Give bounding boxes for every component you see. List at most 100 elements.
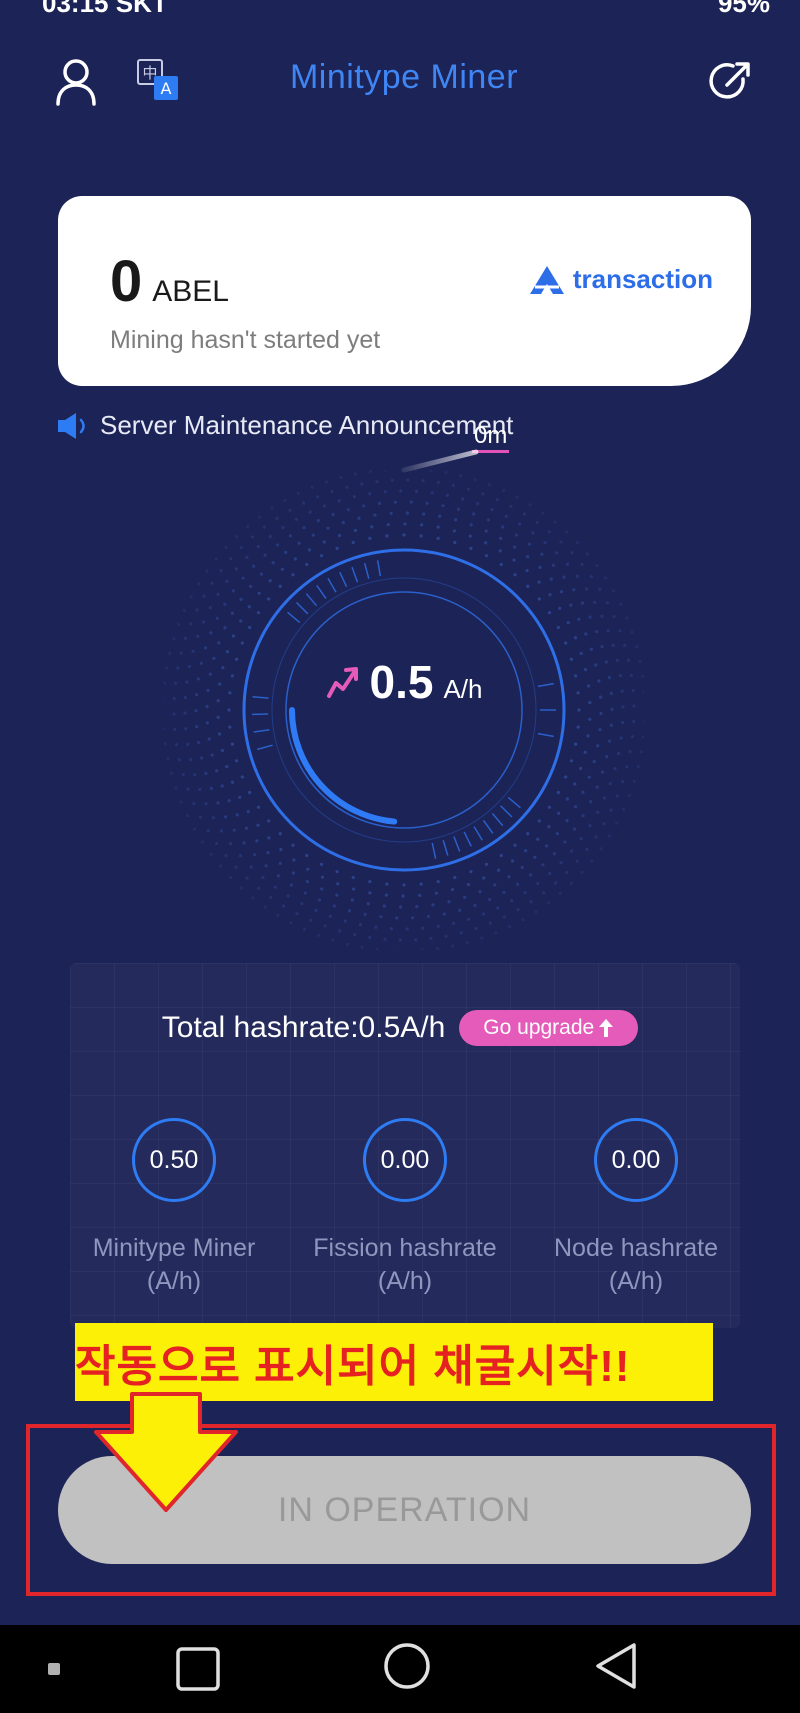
gauge-dot — [580, 870, 584, 875]
transaction-link[interactable]: transaction — [529, 264, 713, 295]
gauge-dot — [263, 553, 267, 557]
gauge-dot — [618, 629, 622, 633]
stat-label: Minitype Miner (A/h) — [64, 1232, 284, 1298]
gauge-dot — [246, 810, 250, 814]
gauge-dot — [556, 790, 560, 795]
gauge-dot — [288, 534, 292, 538]
gauge-dot — [589, 574, 593, 579]
gauge-dot — [641, 735, 644, 739]
gauge-dot — [450, 944, 455, 948]
gauge-dot — [238, 795, 242, 799]
arrow-down-annotation-icon — [94, 1392, 238, 1512]
gauge-dot — [343, 919, 347, 923]
gauge-dot — [584, 587, 589, 591]
gauge-dot — [625, 765, 629, 769]
gauge-dot — [587, 775, 591, 779]
gauge-dot — [192, 801, 196, 806]
gauge-dot — [451, 483, 456, 487]
announcement-bar[interactable]: Server Maintenance Announcement — [56, 410, 513, 441]
gauge-dot — [592, 760, 596, 764]
gauge-dot — [357, 516, 361, 520]
gauge-dot — [438, 514, 442, 518]
gauge-dot — [579, 837, 583, 841]
gauge-dot — [223, 815, 228, 819]
gauge-dot — [373, 513, 377, 517]
gauge-dot — [234, 567, 239, 571]
gauge-dot — [374, 925, 378, 929]
gauge-dot — [594, 835, 598, 839]
gauge-dot — [337, 499, 341, 503]
gauge-dot — [415, 904, 419, 909]
stat-label: Node hashrate (A/h) — [526, 1232, 746, 1298]
gauge-dot — [478, 890, 482, 894]
gauge-dot — [476, 502, 480, 506]
gauge-dot — [195, 608, 199, 612]
gauge-dot — [521, 917, 525, 922]
gauge-dot — [572, 588, 576, 592]
gauge-dot — [341, 520, 345, 525]
gauge-dot — [525, 568, 529, 573]
gauge-dot — [300, 902, 304, 906]
gauge-dot — [352, 933, 357, 937]
gauge-dot — [267, 597, 271, 601]
gauge-dot — [393, 500, 397, 504]
gauge-dot — [514, 533, 519, 537]
gauge-dot — [235, 813, 239, 817]
gauge-dot — [451, 921, 456, 925]
gauge-dot — [564, 530, 569, 534]
back-icon[interactable] — [592, 1641, 640, 1691]
gauge-dot — [368, 536, 372, 540]
recent-apps-icon[interactable] — [174, 1645, 222, 1693]
gauge-dot — [245, 555, 249, 559]
gauge-dot — [482, 876, 486, 880]
gauge-dot — [605, 601, 610, 605]
gauge-dot — [621, 807, 626, 812]
gauge-dot — [547, 805, 552, 809]
gauge-dot — [537, 597, 541, 601]
gauge-dot — [569, 881, 574, 885]
gauge-dot — [375, 947, 379, 950]
gauge-dot — [467, 917, 471, 921]
home-icon[interactable] — [382, 1641, 432, 1691]
gauge-dot — [234, 535, 239, 539]
gauge-dot — [421, 479, 425, 483]
gauge-dot — [310, 485, 314, 489]
go-upgrade-button[interactable]: Go upgrade — [459, 1010, 639, 1046]
gauge-dot — [486, 518, 491, 522]
gauge-dot — [546, 901, 551, 905]
gauge-dot — [316, 933, 321, 937]
gauge-dot — [309, 918, 313, 922]
gauge-dot — [458, 908, 462, 912]
gauge-dot — [345, 942, 349, 946]
gauge-dot — [615, 794, 619, 798]
gauge-dot — [552, 852, 556, 856]
total-hashrate-label: Total hashrate:0.5A/h — [161, 1011, 446, 1044]
gauge-dot — [377, 501, 382, 506]
gauge-dot — [241, 576, 245, 580]
gauge-dot — [249, 584, 253, 588]
gauge-dot — [474, 926, 478, 931]
gauge-dot — [512, 545, 517, 549]
gauge-value: 0.5 A/h — [0, 655, 800, 709]
gauge-dot — [292, 858, 296, 862]
gauge-dot — [445, 493, 450, 497]
gauge-dot — [512, 558, 516, 562]
gauge-dot — [399, 489, 403, 493]
gauge-dot — [409, 500, 413, 504]
gauge-dot — [183, 711, 187, 715]
gauge-dot — [531, 531, 535, 535]
gauge-dot — [175, 743, 179, 747]
gauge-dot — [278, 584, 282, 588]
gauge-dot — [275, 516, 279, 520]
export-icon[interactable] — [706, 58, 754, 106]
gauge-dot — [547, 530, 552, 534]
gauge-dot — [368, 880, 372, 884]
gauge-dot — [302, 927, 307, 932]
gauge-dot — [302, 525, 306, 530]
gauge-dot — [316, 518, 320, 523]
gauge-dot — [297, 541, 301, 545]
gauge-dot — [398, 938, 402, 942]
gauge-dot — [195, 724, 199, 729]
gauge-dot — [240, 775, 244, 779]
gauge-dot — [239, 886, 244, 890]
